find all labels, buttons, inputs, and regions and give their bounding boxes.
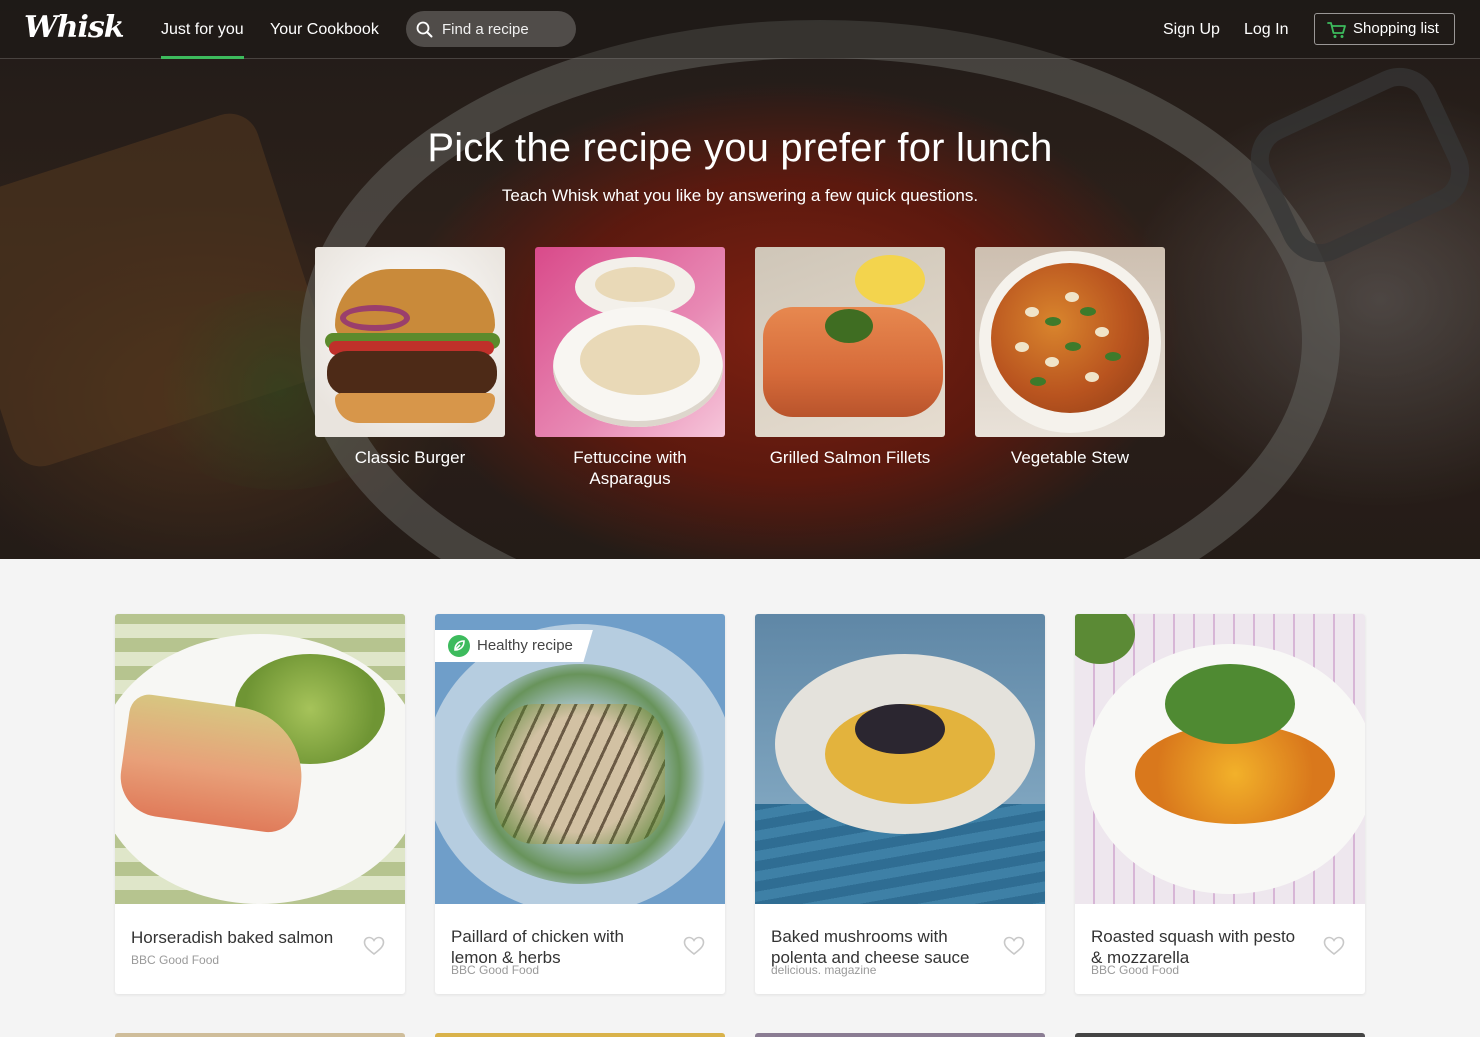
hero-banner: Pick the recipe you prefer for lunch Tea… — [0, 0, 1480, 559]
recipe-title: Baked mushrooms with polenta and cheese … — [771, 927, 970, 967]
recipe-title: Horseradish baked salmon — [131, 928, 334, 947]
recipe-card-peek — [1075, 1033, 1365, 1037]
heart-icon[interactable] — [363, 936, 385, 956]
search-input[interactable] — [442, 11, 570, 47]
heart-icon[interactable] — [1003, 936, 1025, 956]
choice-image — [315, 247, 505, 437]
hero-subtitle: Teach Whisk what you like by answering a… — [501, 186, 979, 205]
recipe-card[interactable]: Horseradish baked salmon BBC Good Food — [115, 614, 405, 994]
recipe-card[interactable]: Baked mushrooms with polenta and cheese … — [755, 614, 1045, 994]
choice-classic-burger[interactable]: Classic Burger — [315, 247, 505, 468]
top-nav-bar: Whisk Just for you Your Cookbook Sign Up… — [0, 0, 1480, 59]
recipe-title: Paillard of chicken with lemon & herbs — [451, 927, 624, 967]
recipe-card[interactable]: Roasted squash with pesto & mozzarella B… — [1075, 614, 1365, 994]
search-box[interactable] — [406, 11, 576, 47]
recipe-source: BBC Good Food — [451, 963, 540, 977]
whisk-logo[interactable]: Whisk — [24, 10, 125, 45]
cart-icon — [1327, 22, 1346, 38]
choice-grilled-salmon[interactable]: Grilled Salmon Fillets — [755, 247, 945, 468]
log-in-link[interactable]: Log In — [1244, 0, 1288, 59]
choice-label: Fettuccine with Asparagus — [573, 448, 687, 488]
choice-image — [755, 247, 945, 437]
choice-fettuccine[interactable]: Fettuccine with Asparagus — [535, 247, 725, 489]
recipe-card-peek — [115, 1033, 405, 1037]
leaf-icon — [448, 635, 470, 657]
heart-icon[interactable] — [683, 936, 705, 956]
search-icon — [416, 21, 433, 38]
shopping-list-button[interactable]: Shopping list — [1314, 13, 1455, 45]
tab-your-cookbook[interactable]: Your Cookbook — [270, 0, 379, 59]
healthy-badge: Healthy recipe — [435, 630, 593, 662]
tab-just-for-you[interactable]: Just for you — [161, 0, 244, 59]
choice-vegetable-stew[interactable]: Vegetable Stew — [975, 247, 1165, 468]
recipe-card-peek — [755, 1033, 1045, 1037]
recipe-photo: Healthy recipe — [435, 614, 725, 904]
sign-up-link[interactable]: Sign Up — [1163, 0, 1220, 59]
recipe-photo — [115, 614, 405, 904]
recipe-title: Roasted squash with pesto & mozzarella — [1091, 927, 1296, 967]
recipe-card[interactable]: Healthy recipe Paillard of chicken with … — [435, 614, 725, 994]
choice-image — [975, 247, 1165, 437]
recipe-photo — [755, 614, 1045, 904]
hero-title: Pick the recipe you prefer for lunch — [427, 126, 1053, 170]
choice-label: Grilled Salmon Fillets — [769, 448, 931, 467]
recipe-source: BBC Good Food — [1091, 963, 1180, 977]
choice-label: Classic Burger — [354, 448, 466, 467]
recipe-photo — [1075, 614, 1365, 904]
healthy-badge-label: Healthy recipe — [477, 637, 573, 654]
choice-label: Vegetable Stew — [1010, 448, 1130, 467]
heart-icon[interactable] — [1323, 936, 1345, 956]
recipe-source: BBC Good Food — [131, 953, 220, 967]
shopping-list-label: Shopping list — [1353, 20, 1439, 37]
recipe-card-peek — [435, 1033, 725, 1037]
recipe-source: delicious. magazine — [771, 963, 877, 977]
choice-image — [535, 247, 725, 437]
